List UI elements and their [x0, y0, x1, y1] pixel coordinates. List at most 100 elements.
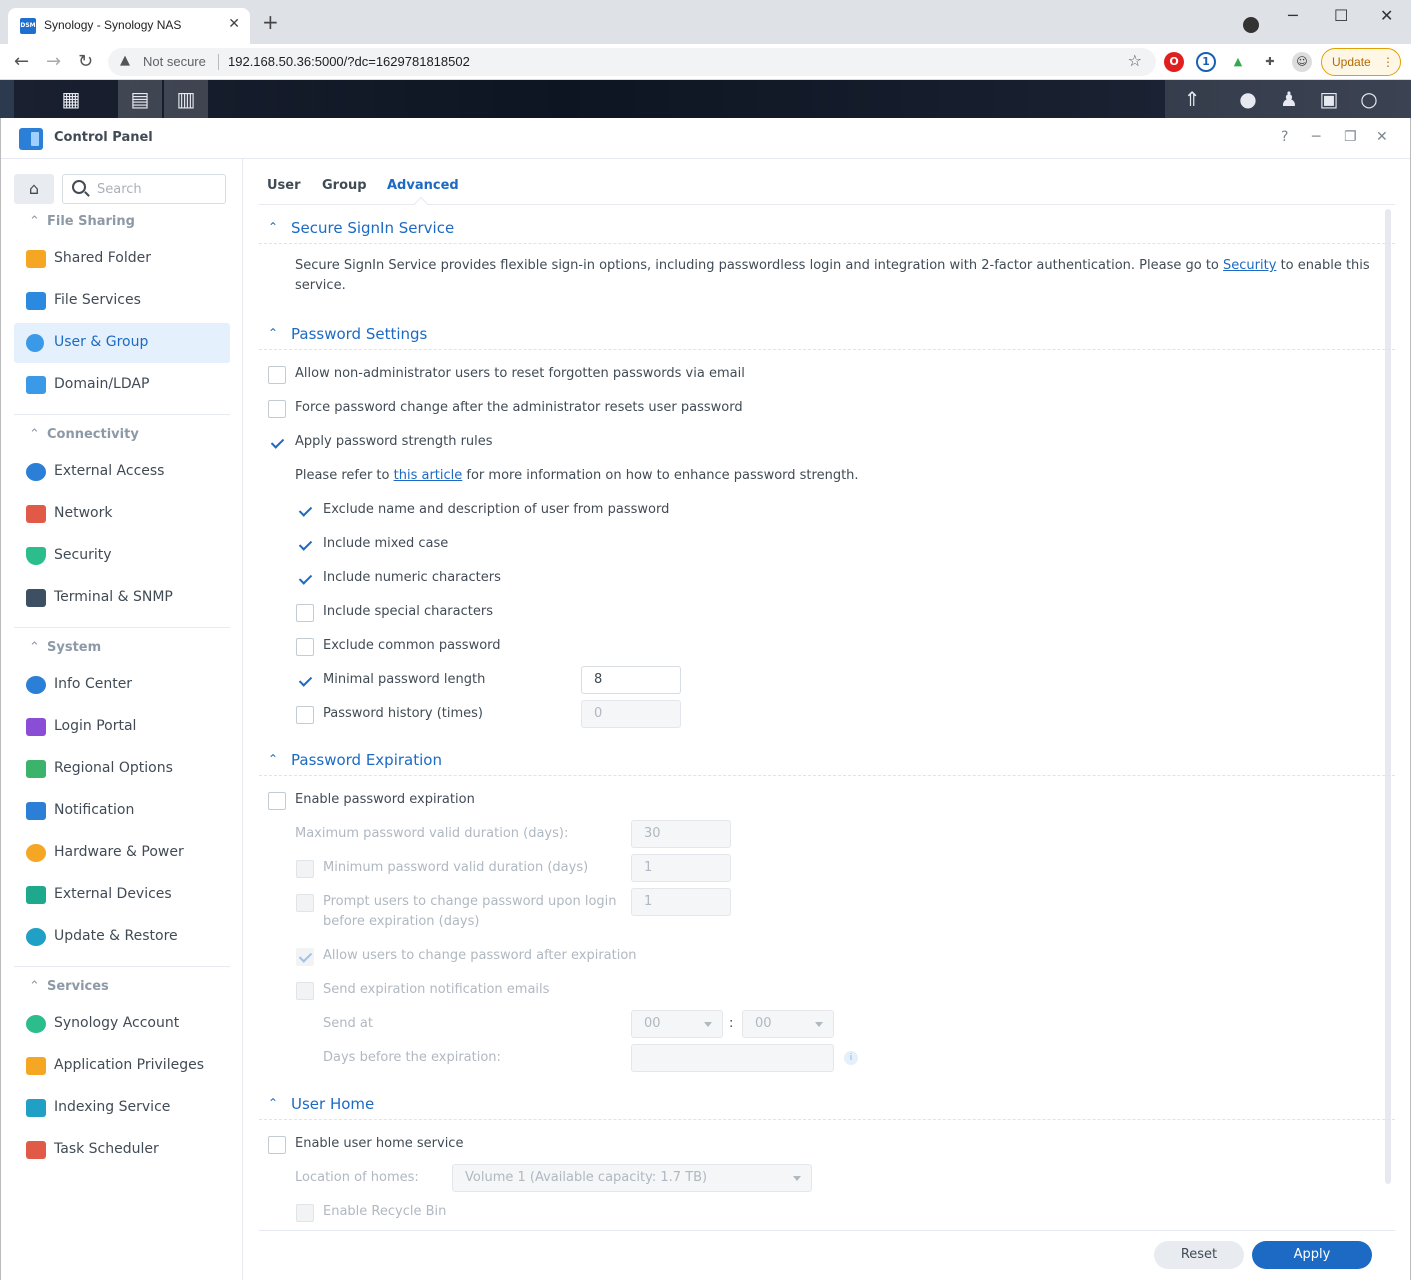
send-emails-checkbox[interactable] [296, 982, 314, 1000]
min-length-input[interactable]: 8 [581, 666, 681, 694]
history-input[interactable]: 0 [581, 700, 681, 728]
section-password-settings[interactable]: ⌃ Password Settings [259, 320, 1395, 350]
main-menu-icon[interactable]: ▦ [49, 80, 93, 118]
sidebar-item-notification[interactable]: Notification [14, 791, 230, 831]
send-hour-select[interactable]: 00 [631, 1010, 723, 1038]
max-valid-input[interactable]: 30 [631, 820, 731, 848]
reset-button[interactable]: Reset [1154, 1241, 1244, 1269]
search-icon [72, 180, 86, 194]
sidebar-item-user-group[interactable]: User & Group [14, 323, 230, 363]
maximize-icon[interactable]: ☐ [1334, 6, 1348, 25]
reload-icon[interactable]: ↻ [78, 51, 93, 72]
allow-after-expiration-checkbox[interactable] [296, 948, 314, 966]
prompt-change-input[interactable]: 1 [631, 888, 731, 916]
history-checkbox[interactable] [296, 706, 314, 724]
sidebar-item-domain-ldap[interactable]: Domain/LDAP [14, 365, 230, 405]
enable-user-home-checkbox[interactable] [268, 1136, 286, 1154]
bookmark-star-icon[interactable]: ☆ [1128, 51, 1142, 70]
min-valid-input[interactable]: 1 [631, 854, 731, 882]
close-tab-icon[interactable]: ✕ [228, 16, 240, 32]
url-text[interactable]: 192.168.50.36:5000/?dc=1629781818502 [228, 54, 470, 69]
browser-tab[interactable]: DSM Synology - Synology NAS ✕ [8, 8, 250, 44]
sidebar-item-task-scheduler[interactable]: Task Scheduler [14, 1130, 230, 1170]
tab-advanced[interactable]: Advanced [387, 178, 459, 193]
apply-button[interactable]: Apply [1252, 1241, 1372, 1269]
enable-expiration-checkbox[interactable] [268, 792, 286, 810]
window-restore-icon[interactable]: ❐ [1344, 129, 1357, 145]
days-before-input[interactable] [631, 1044, 834, 1072]
search-taskbar-icon[interactable]: ○ [1347, 80, 1391, 118]
recycle-bin-checkbox[interactable] [296, 1204, 314, 1222]
minimize-icon[interactable]: ─ [1288, 6, 1298, 25]
drive-extension-icon[interactable]: ▲ [1228, 52, 1248, 72]
sidebar-item-info-center[interactable]: Info Center [14, 665, 230, 705]
send-minute-select[interactable]: 00 [742, 1010, 834, 1038]
special-checkbox[interactable] [296, 604, 314, 622]
allow-reset-checkbox[interactable] [268, 366, 286, 384]
browser-update-button[interactable]: Update ⋮ [1321, 48, 1401, 76]
profile-menu-icon[interactable] [1243, 17, 1259, 33]
sidebar-item-indexing-service[interactable]: Indexing Service [14, 1088, 230, 1128]
window-minimize-icon[interactable]: ─ [1312, 129, 1320, 145]
upload-queue-icon[interactable]: ⇑ [1170, 80, 1214, 118]
section-user-home[interactable]: ⌃ User Home [259, 1090, 1395, 1120]
min-valid-checkbox[interactable] [296, 860, 314, 878]
password-manager-extension-icon[interactable]: 1 [1196, 52, 1216, 72]
mixed-case-checkbox[interactable] [296, 536, 314, 554]
back-icon[interactable]: ← [14, 51, 29, 72]
profile-avatar-icon[interactable]: ☺ [1292, 52, 1312, 72]
control-panel-taskbar-icon[interactable]: ▥ [164, 80, 208, 118]
exclude-name-checkbox[interactable] [296, 502, 314, 520]
min-length-checkbox[interactable] [296, 672, 314, 690]
sidebar-item-application-privileges[interactable]: Application Privileges [14, 1046, 230, 1086]
package-center-taskbar-icon[interactable]: ▤ [118, 80, 162, 118]
sidebar-item-terminal-snmp[interactable]: Terminal & SNMP [14, 578, 230, 618]
this-article-link[interactable]: this article [394, 468, 463, 483]
tab-user[interactable]: User [267, 178, 301, 193]
apply-strength-checkbox[interactable] [268, 434, 286, 452]
window-close-icon[interactable]: ✕ [1376, 129, 1388, 145]
sidebar-item-external-access[interactable]: External Access [14, 452, 230, 492]
tab-group[interactable]: Group [322, 178, 367, 193]
sidebar-item-network[interactable]: Network [14, 494, 230, 534]
forward-icon[interactable]: → [46, 51, 61, 72]
section-secure-signin[interactable]: ⌃ Secure SignIn Service [259, 214, 1395, 244]
new-tab-icon[interactable]: + [262, 12, 279, 32]
category-services[interactable]: ⌃Services [29, 979, 109, 994]
sidebar-item-regional-options[interactable]: Regional Options [14, 749, 230, 789]
sidebar-item-synology-account[interactable]: Synology Account [14, 1004, 230, 1044]
synology-account-icon [26, 1015, 46, 1033]
numeric-label: Include numeric characters [323, 568, 501, 588]
sidebar-item-external-devices[interactable]: External Devices [14, 875, 230, 915]
sidebar-item-security[interactable]: Security [14, 536, 230, 576]
common-password-checkbox[interactable] [296, 638, 314, 656]
url-bar[interactable]: ▲ Not secure 192.168.50.36:5000/?dc=1629… [108, 48, 1156, 76]
info-icon[interactable]: i [844, 1051, 858, 1065]
category-system[interactable]: ⌃System [29, 640, 101, 655]
user-options-icon[interactable]: ♟ [1267, 80, 1311, 118]
help-icon[interactable]: ? [1281, 129, 1288, 145]
window-titlebar[interactable]: Control Panel ? ─ ❐ ✕ [1, 118, 1410, 159]
force-change-checkbox[interactable] [268, 400, 286, 418]
section-password-expiration[interactable]: ⌃ Password Expiration [259, 746, 1395, 776]
category-connectivity[interactable]: ⌃Connectivity [29, 427, 139, 442]
close-window-icon[interactable]: ✕ [1380, 6, 1393, 25]
numeric-checkbox[interactable] [296, 570, 314, 588]
sidebar-item-shared-folder[interactable]: Shared Folder [14, 239, 230, 279]
extensions-puzzle-icon[interactable]: ✚ [1260, 52, 1280, 72]
security-link[interactable]: Security [1223, 258, 1276, 273]
sidebar-item-update-restore[interactable]: Update & Restore [14, 917, 230, 957]
notifications-chat-icon[interactable]: ● [1226, 80, 1270, 118]
location-select[interactable]: Volume 1 (Available capacity: 1.7 TB) [452, 1164, 812, 1192]
sidebar-item-hardware-power[interactable]: Hardware & Power [14, 833, 230, 873]
opera-extension-icon[interactable]: O [1164, 52, 1184, 72]
home-button[interactable]: ⌂ [14, 174, 54, 204]
sidebar-item-login-portal[interactable]: Login Portal [14, 707, 230, 747]
scrollbar[interactable] [1385, 209, 1391, 1184]
search-input[interactable]: Search [62, 174, 226, 204]
max-valid-label: Maximum password valid duration (days): [295, 824, 568, 844]
sidebar-item-file-services[interactable]: File Services [14, 281, 230, 321]
prompt-change-checkbox[interactable] [296, 894, 314, 912]
widgets-icon[interactable]: ▣ [1307, 80, 1351, 118]
category-file-sharing[interactable]: ⌃File Sharing [29, 214, 135, 229]
